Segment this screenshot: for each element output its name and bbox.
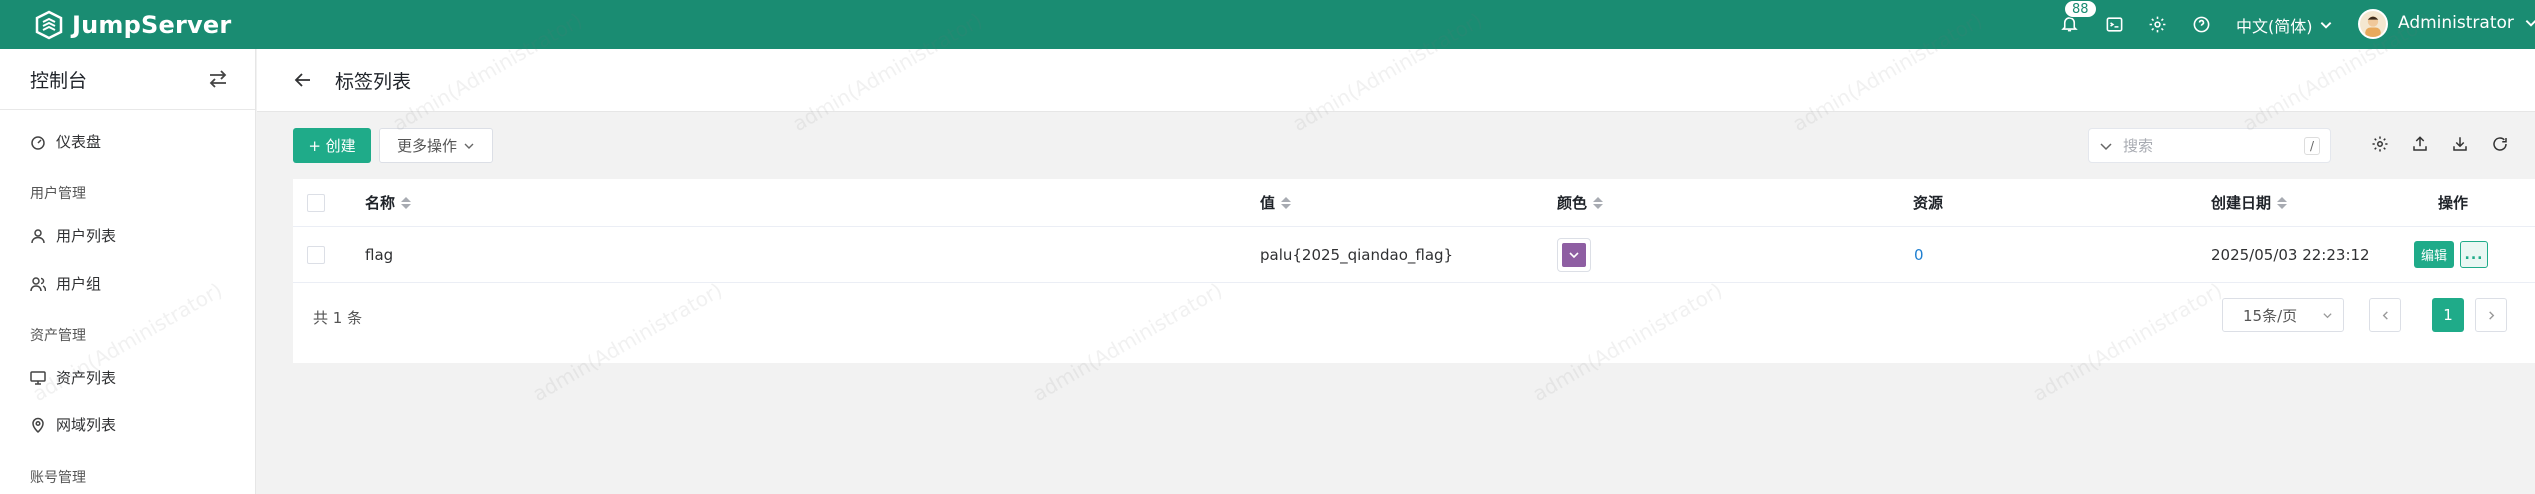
sidebar-item-dashboard[interactable]: 仪表盘	[30, 131, 101, 152]
sidebar-item-domain-list[interactable]: 网域列表	[30, 414, 116, 435]
chevron-right-icon	[2488, 310, 2494, 320]
import-icon[interactable]	[2451, 135, 2471, 155]
create-button[interactable]: + 创建	[293, 128, 371, 163]
sidebar-item-label: 用户组	[56, 275, 102, 293]
sidebar-item-label: 资产列表	[56, 369, 117, 387]
user-group-icon	[30, 276, 46, 291]
table-footer: 共 1 条 15条/页 1	[293, 283, 2535, 363]
language-label: 中文(简体)	[2236, 17, 2313, 36]
collapse-toggle-icon[interactable]	[207, 69, 229, 89]
chevron-down-icon	[2323, 313, 2332, 319]
next-page-button[interactable]	[2475, 298, 2507, 332]
page-title: 标签列表	[335, 71, 412, 93]
refresh-icon[interactable]	[2491, 135, 2511, 155]
location-icon	[32, 417, 44, 433]
brand-logo[interactable]: JumpServer	[34, 10, 231, 40]
sidebar-item-label: 用户列表	[56, 227, 117, 245]
row-more-button[interactable]: ...	[2460, 241, 2488, 268]
page-header: 标签列表	[257, 49, 2535, 112]
language-selector[interactable]: 中文(简体)	[2236, 13, 2333, 37]
column-header-label: 资源	[1913, 194, 1944, 212]
column-header-resources: 资源	[1913, 179, 1943, 226]
page-size-select[interactable]: 15条/页	[2222, 298, 2344, 332]
tags-table: 名称 值 颜色 资源 创建日期 操作 flag palu{2025_qianda…	[293, 179, 2535, 363]
search-input[interactable]	[2123, 136, 2293, 155]
sidebar-divider	[0, 109, 255, 110]
cell-name[interactable]: flag	[365, 227, 393, 282]
column-header-label: 颜色	[1557, 194, 1588, 212]
chevron-down-icon	[2320, 22, 2331, 29]
sort-icon[interactable]	[1281, 196, 1292, 209]
sidebar-group-account-management: 账号管理	[30, 470, 86, 486]
cell-color	[1557, 227, 1591, 282]
dashboard-icon	[31, 135, 45, 150]
cell-value: palu{2025_qiandao_flag}	[1260, 245, 1454, 264]
search-box[interactable]: /	[2088, 128, 2331, 163]
column-header-color[interactable]: 颜色	[1557, 179, 1604, 226]
more-actions-button[interactable]: 更多操作	[379, 128, 493, 163]
chevron-down-icon[interactable]	[2099, 139, 2113, 153]
user-menu[interactable]: Administrator	[2398, 13, 2535, 33]
sidebar: 控制台 仪表盘 用户管理 用户列表 用户组 资产管理 资产列表 网域列表 账号管…	[0, 49, 256, 494]
sidebar-group-asset-management: 资产管理	[30, 328, 86, 344]
chevron-down-icon	[2525, 20, 2535, 27]
sort-icon[interactable]	[1593, 196, 1604, 209]
column-settings-icon[interactable]	[2371, 135, 2391, 155]
sort-icon[interactable]	[2277, 196, 2288, 209]
back-arrow-icon[interactable]	[293, 70, 313, 90]
brand-name: JumpServer	[72, 10, 232, 39]
column-header-label: 值	[1260, 194, 1276, 212]
edit-button[interactable]: 编辑	[2414, 241, 2454, 268]
help-icon[interactable]	[2190, 13, 2212, 35]
sidebar-item-user-list[interactable]: 用户列表	[30, 225, 116, 246]
chevron-left-icon	[2382, 310, 2388, 320]
row-select-cell	[307, 227, 325, 282]
page-number-current[interactable]: 1	[2432, 298, 2464, 332]
sidebar-item-label: 网域列表	[56, 416, 117, 434]
jumpserver-logo-icon	[35, 10, 63, 39]
avatar[interactable]	[2358, 9, 2388, 39]
column-header-created[interactable]: 创建日期	[2211, 179, 2288, 226]
prev-page-button[interactable]	[2369, 298, 2401, 332]
chevron-down-icon	[1569, 251, 1579, 258]
terminal-icon[interactable]	[2103, 13, 2125, 35]
more-actions-label: 更多操作	[396, 137, 457, 155]
color-picker[interactable]	[1557, 237, 1591, 272]
asset-icon	[30, 370, 46, 385]
notification-count-badge: 88	[2064, 0, 2097, 18]
total-count: 共 1 条	[313, 309, 363, 327]
search-shortcut-key: /	[2304, 137, 2320, 155]
user-name-label: Administrator	[2398, 13, 2514, 33]
select-all-checkbox[interactable]	[307, 193, 325, 212]
chevron-down-icon	[464, 143, 474, 149]
sidebar-header: 控制台	[0, 49, 255, 109]
user-icon	[31, 228, 45, 243]
column-header-actions: 操作	[2438, 179, 2468, 226]
column-header-label: 名称	[365, 194, 396, 212]
row-checkbox[interactable]	[307, 245, 325, 264]
sidebar-title: 控制台	[30, 69, 88, 92]
cell-actions: 编辑 ...	[2414, 227, 2488, 282]
sidebar-item-label: 仪表盘	[56, 133, 102, 151]
color-swatch-fill	[1562, 242, 1586, 267]
cell-created-date: 2025/05/03 22:23:12	[2211, 245, 2370, 264]
cell-resources-link[interactable]: 0	[1914, 227, 1924, 282]
sidebar-group-user-management: 用户管理	[30, 186, 86, 202]
settings-gear-icon[interactable]	[2146, 13, 2168, 35]
export-icon[interactable]	[2411, 135, 2431, 155]
page-size-label: 15条/页	[2243, 306, 2298, 325]
select-all-cell	[307, 179, 325, 226]
column-header-value[interactable]: 值	[1260, 179, 1292, 226]
sidebar-item-user-group[interactable]: 用户组	[30, 273, 101, 294]
sidebar-item-asset-list[interactable]: 资产列表	[30, 367, 116, 388]
column-header-label: 操作	[2438, 194, 2469, 212]
column-header-label: 创建日期	[2211, 194, 2272, 212]
column-header-name[interactable]: 名称	[365, 179, 412, 226]
table-row[interactable]: flag palu{2025_qiandao_flag} 0 2025/05/0…	[293, 227, 2535, 283]
table-header: 名称 值 颜色 资源 创建日期 操作	[293, 179, 2535, 227]
sort-icon[interactable]	[401, 196, 412, 209]
